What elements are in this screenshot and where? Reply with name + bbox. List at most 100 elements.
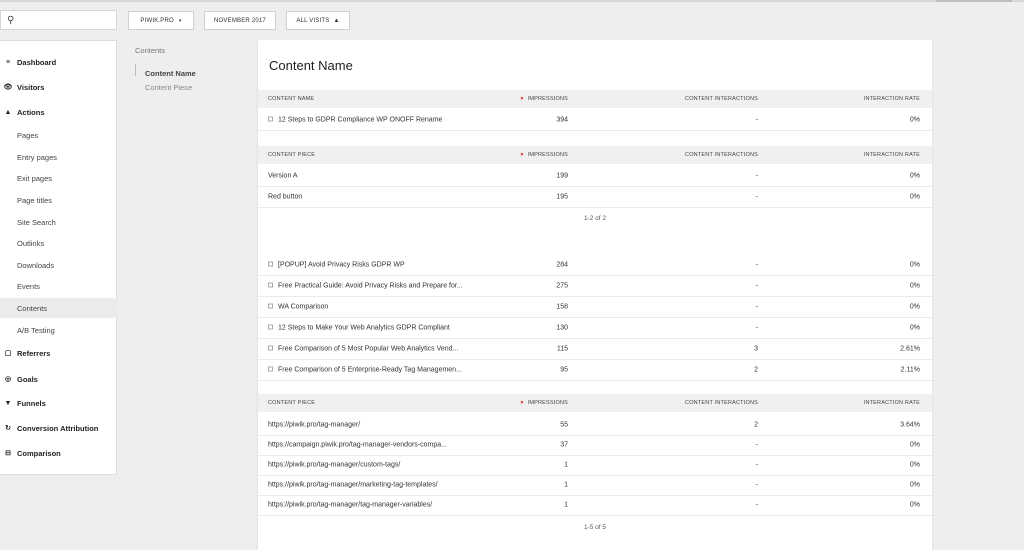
table-row[interactable]: https://campaign.piwik.pro/tag-manager-v… <box>258 435 932 456</box>
sidebar-item-outlinks[interactable]: Outlinks <box>0 233 117 253</box>
sidebar-item-dashboard[interactable]: ≡ Dashboard <box>0 52 117 72</box>
table-row[interactable]: 12 Steps to Make Your Web Analytics GDPR… <box>258 318 932 339</box>
pin-icon: ▲ <box>4 108 12 116</box>
table-row[interactable]: https://piwik.pro/tag-manager/marketing-… <box>258 475 932 496</box>
sidebar-item-entry-pages[interactable]: Entry pages <box>0 147 117 167</box>
table-row[interactable]: 12 Steps to GDPR Compliance WP ONOFF Ren… <box>258 110 932 131</box>
sidebar-item-site-search[interactable]: Site Search <box>0 212 117 232</box>
row-name-text: 12 Steps to GDPR Compliance WP ONOFF Ren… <box>278 116 443 124</box>
row-rate: 0% <box>909 282 920 290</box>
table-row[interactable]: Version A 199 - 0% <box>258 166 932 187</box>
expand-icon[interactable] <box>268 303 273 309</box>
sidebar-item-pages[interactable]: Pages <box>0 125 117 145</box>
table-row[interactable]: Red button 195 - 0% <box>258 187 932 208</box>
row-rate: 0% <box>909 172 920 180</box>
sidebar-item-a-b-testing[interactable]: A/B Testing <box>0 320 117 340</box>
sidebar-item-label: Funnels <box>17 398 46 408</box>
column-header-impressions[interactable]: ▼ IMPRESSIONS <box>498 152 568 158</box>
sidebar-item-label: Dashboard <box>17 57 57 67</box>
table-row[interactable]: Free Comparison of 5 Most Popular Web An… <box>258 339 932 360</box>
row-interactions: - <box>755 461 758 469</box>
table-row[interactable]: https://piwik.pro/tag-manager/tag-manage… <box>258 495 932 516</box>
sidebar-item-label: Visitors <box>17 82 45 92</box>
row-name: https://piwik.pro/tag-manager/marketing-… <box>268 482 438 489</box>
sidebar-item-conversion-attribution[interactable]: ↻ Conversion Attribution <box>0 418 117 438</box>
row-name: https://piwik.pro/tag-manager/ <box>268 422 360 429</box>
sidebar-item-funnels[interactable]: ▼ Funnels <box>0 393 117 413</box>
row-name-text: https://piwik.pro/tag-manager/tag-manage… <box>268 501 433 509</box>
expand-icon[interactable] <box>268 116 273 122</box>
row-impressions: 115 <box>556 345 568 353</box>
search-icon: ⚲ <box>7 15 15 26</box>
table-row[interactable]: Free Practical Guide: Avoid Privacy Risk… <box>258 276 932 297</box>
row-name-text: Free Comparison of 5 Enterprise-Ready Ta… <box>278 366 462 374</box>
column-header-interactions: CONTENT INTERACTIONS <box>685 96 758 102</box>
sidebar-item-label: Events <box>17 281 40 291</box>
row-impressions: 55 <box>560 421 568 429</box>
sidebar-item-contents[interactable]: Contents <box>0 298 117 318</box>
window-top-edge <box>0 0 1024 2</box>
column-header-name: CONTENT PIECE <box>268 152 316 158</box>
row-impressions: 195 <box>556 193 568 201</box>
table-header: CONTENT PIECE ▼ IMPRESSIONS CONTENT INTERAC… <box>258 146 932 164</box>
sidebar-item-label: Contents <box>17 303 48 313</box>
subnav-item-content-piece[interactable]: Content Piece <box>145 83 192 92</box>
period-selector-button[interactable]: NOVEMBER 2017 <box>204 11 276 30</box>
sidebar-item-label: Referrers <box>17 348 51 358</box>
table-row[interactable]: https://piwik.pro/tag-manager/55 2 3.64% <box>258 415 932 436</box>
sidebar-item-events[interactable]: Events <box>0 276 117 296</box>
sidebar-item-referrers[interactable]: ▢ Referrers <box>0 343 117 363</box>
row-impressions: 130 <box>556 324 568 332</box>
sort-desc-icon: ▼ <box>519 96 525 102</box>
top-scrollbar[interactable] <box>936 0 1012 2</box>
caret-down-icon: ▾ <box>178 17 182 24</box>
subnav: Contents Content Name Content Piece <box>135 46 196 92</box>
table-row[interactable]: Free Comparison of 5 Enterprise-Ready Ta… <box>258 360 932 381</box>
row-name: 12 Steps to GDPR Compliance WP ONOFF Ren… <box>268 116 443 124</box>
sidebar-item-comparison[interactable]: ⊟ Comparison <box>0 443 117 463</box>
sort-desc-icon: ▼ <box>519 400 525 406</box>
refresh-icon: ↻ <box>5 425 11 432</box>
sidebar-item-goals[interactable]: ◎ Goals <box>0 369 117 389</box>
expand-icon[interactable] <box>268 261 273 267</box>
row-name: Free Comparison of 5 Most Popular Web An… <box>268 345 458 353</box>
sidebar-item-label: Page titles <box>17 195 53 205</box>
row-interactions: - <box>755 303 758 311</box>
expand-icon[interactable] <box>268 366 273 372</box>
row-impressions: 394 <box>556 116 568 124</box>
site-selector-button[interactable]: PIWIK.PRO ▾ <box>128 11 194 30</box>
row-name: https://piwik.pro/tag-manager/tag-manage… <box>268 502 432 509</box>
subnav-active-indicator <box>135 64 136 76</box>
segment-selector-button[interactable]: ALL VISITS ▲ <box>286 11 350 30</box>
sidebar-item-page-titles[interactable]: Page titles <box>0 190 117 210</box>
expand-icon[interactable] <box>268 345 273 351</box>
row-name-text: https://campaign.piwik.pro/tag-manager-v… <box>268 441 447 449</box>
sidebar-item-visitors[interactable]: 👁 Visitors <box>0 77 117 97</box>
sidebar-item-exit-pages[interactable]: Exit pages <box>0 168 117 188</box>
sidebar-item-downloads[interactable]: Downloads <box>0 255 117 275</box>
table-row[interactable]: https://piwik.pro/tag-manager/custom-tag… <box>258 455 932 476</box>
sidebar-item-label: Downloads <box>17 260 55 270</box>
row-name-text: Version A <box>268 172 298 180</box>
hamburger-icon: ≡ <box>5 58 11 66</box>
table-row[interactable]: [POPUP] Avoid Privacy Risks GDPR WP 284 - 0… <box>258 255 932 276</box>
column-header-impressions[interactable]: ▼ IMPRESSIONS <box>498 96 568 102</box>
subnav-item-content-name[interactable]: Content Name <box>145 69 196 78</box>
row-interactions: - <box>755 501 758 509</box>
row-name: https://campaign.piwik.pro/tag-manager-v… <box>268 442 447 449</box>
sidebar-item-label: Comparison <box>17 448 61 458</box>
expand-icon[interactable] <box>268 324 273 330</box>
sidebar-item-label: Conversion Attribution <box>17 423 99 433</box>
table-header: CONTENT PIECE ▼ IMPRESSIONS CONTENT INTERAC… <box>258 394 932 412</box>
expand-icon[interactable] <box>268 282 273 288</box>
segment-icon: ▲ <box>333 17 340 24</box>
column-header-impressions-label: IMPRESSIONS <box>527 96 568 102</box>
row-name: WA Comparison <box>268 303 328 311</box>
row-rate: 0% <box>909 303 920 311</box>
column-header-impressions[interactable]: ▼ IMPRESSIONS <box>498 400 568 406</box>
row-name: [POPUP] Avoid Privacy Risks GDPR WP <box>268 261 405 269</box>
row-impressions: 1 <box>564 501 568 509</box>
search-input[interactable]: ⚲ <box>0 10 117 30</box>
table-row[interactable]: WA Comparison 158 - 0% <box>258 297 932 318</box>
sidebar-item-actions[interactable]: ▲ Actions <box>0 102 117 122</box>
